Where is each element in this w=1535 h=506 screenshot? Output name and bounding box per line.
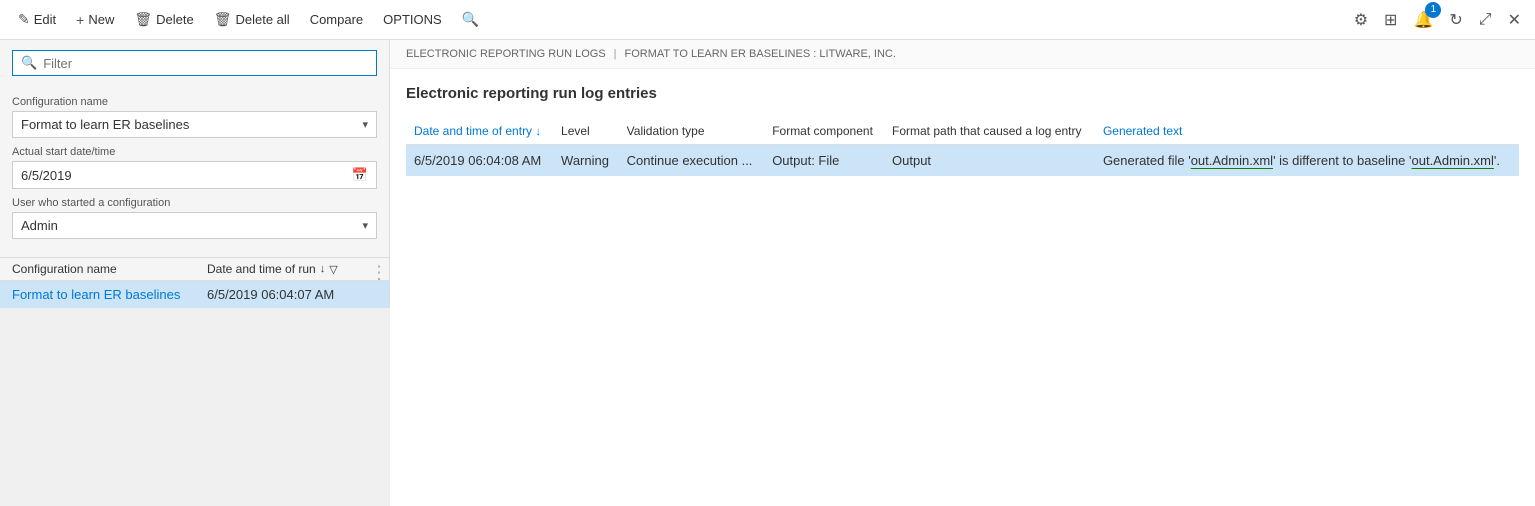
- col-header-validation[interactable]: Validation type: [619, 118, 765, 145]
- col-header-level[interactable]: Level: [553, 118, 619, 145]
- plus-icon: +: [76, 12, 84, 28]
- filter-section: 🔍: [0, 40, 389, 82]
- sort-down-icon: ↓: [320, 263, 326, 275]
- list-header: Configuration name Date and time of run …: [0, 257, 389, 281]
- search-icon: 🔍: [462, 11, 479, 28]
- delete-all-label: Delete all: [235, 12, 289, 27]
- col-datetime-label: Date and time of entry: [414, 124, 532, 138]
- resize-handle[interactable]: ⋮: [370, 263, 388, 284]
- maximize-button[interactable]: ⤢: [1475, 7, 1496, 33]
- compare-label: Compare: [310, 12, 363, 27]
- edit-button[interactable]: ✎ Edit: [10, 7, 64, 32]
- close-icon: ✕: [1508, 12, 1521, 29]
- cell-level: Warning: [553, 145, 619, 177]
- list-col-name-header: Configuration name: [12, 262, 207, 276]
- delete-label: Delete: [156, 12, 194, 27]
- compare-button[interactable]: Compare: [302, 8, 371, 31]
- filter-search-icon: 🔍: [21, 55, 37, 71]
- col-generated-text-label: Generated text: [1103, 124, 1182, 138]
- list-col-date-header: Date and time of run ↓ ▽: [207, 262, 377, 276]
- list-header-date-label: Date and time of run: [207, 262, 316, 276]
- filter-input[interactable]: [43, 56, 368, 71]
- table-header-row: Date and time of entry ↓ Level Validatio…: [406, 118, 1519, 145]
- edit-icon: ✎: [18, 11, 30, 28]
- table-row[interactable]: 6/5/2019 06:04:08 AM Warning Continue ex…: [406, 145, 1519, 177]
- delete-all-icon: 🗑: [214, 11, 232, 28]
- list-row-date: 6/5/2019 06:04:07 AM: [207, 287, 377, 302]
- delete-icon: 🗑: [134, 11, 152, 28]
- settings-icon: ⚙: [1354, 12, 1368, 29]
- settings-icon-button[interactable]: ⚙: [1350, 6, 1372, 34]
- log-table: Date and time of entry ↓ Level Validatio…: [406, 118, 1519, 176]
- new-label: New: [88, 12, 114, 27]
- filter-input-wrapper[interactable]: 🔍: [12, 50, 377, 76]
- new-button[interactable]: + New: [68, 8, 122, 32]
- refresh-button[interactable]: ↻: [1445, 6, 1466, 34]
- delete-button[interactable]: 🗑 Delete: [126, 7, 201, 32]
- delete-all-button[interactable]: 🗑 Delete all: [206, 7, 298, 32]
- breadcrumb-part1: ELECTRONIC REPORTING RUN LOGS: [406, 48, 606, 60]
- notification-wrapper: 🔔 1: [1409, 6, 1437, 34]
- actual-start-date-field[interactable]: 6/5/2019 📅: [12, 161, 377, 189]
- cell-validation: Continue execution ...: [619, 145, 765, 177]
- breadcrumb-separator: |: [614, 48, 617, 60]
- col-header-format-path[interactable]: Format path that caused a log entry: [884, 118, 1095, 145]
- user-chevron-icon: ▾: [362, 219, 368, 232]
- notification-badge: 1: [1425, 2, 1441, 18]
- office-icon: ⊞: [1384, 12, 1397, 29]
- options-button[interactable]: OPTIONS: [375, 8, 450, 31]
- generated-text-link2[interactable]: out.Admin.xml: [1412, 153, 1494, 168]
- col-format-path-label: Format path that caused a log entry: [892, 124, 1081, 138]
- sort-icon: ↓: [535, 126, 541, 138]
- list-section: Configuration name Date and time of run …: [0, 257, 389, 308]
- cell-datetime: 6/5/2019 06:04:08 AM: [406, 145, 553, 177]
- edit-label: Edit: [34, 12, 56, 27]
- calendar-icon: 📅: [352, 167, 368, 183]
- cell-format-component: Output: File: [764, 145, 884, 177]
- col-level-label: Level: [561, 124, 590, 138]
- config-name-value: Format to learn ER baselines: [21, 117, 189, 132]
- toolbar: ✎ Edit + New 🗑 Delete 🗑 Delete all Compa…: [0, 0, 1535, 40]
- maximize-icon: ⤢: [1479, 11, 1492, 28]
- filter-icon-list[interactable]: ▽: [329, 263, 337, 276]
- chevron-down-icon: ▾: [362, 118, 368, 131]
- list-row[interactable]: Format to learn ER baselines 6/5/2019 06…: [0, 281, 389, 308]
- refresh-icon: ↻: [1449, 12, 1462, 29]
- col-format-component-label: Format component: [772, 124, 873, 138]
- list-row-name: Format to learn ER baselines: [12, 287, 207, 302]
- main-layout: 🔍 Configuration name Format to learn ER …: [0, 40, 1535, 506]
- left-panel: 🔍 Configuration name Format to learn ER …: [0, 40, 390, 308]
- options-label: OPTIONS: [383, 12, 442, 27]
- actual-start-label: Actual start date/time: [12, 146, 377, 158]
- content-area: Electronic reporting run log entries Dat…: [390, 69, 1535, 506]
- close-button[interactable]: ✕: [1504, 6, 1525, 34]
- generated-text-link1[interactable]: out.Admin.xml: [1191, 153, 1273, 168]
- toolbar-right: ⚙ ⊞ 🔔 1 ↻ ⤢ ✕: [1350, 6, 1525, 34]
- filters-section: Configuration name Format to learn ER ba…: [0, 82, 389, 245]
- user-dropdown[interactable]: Admin ▾: [12, 212, 377, 239]
- cell-generated-text: Generated file 'out.Admin.xml' is differ…: [1095, 145, 1519, 177]
- actual-start-value: 6/5/2019: [21, 168, 72, 183]
- right-panel: ELECTRONIC REPORTING RUN LOGS | FORMAT T…: [390, 40, 1535, 506]
- breadcrumb: ELECTRONIC REPORTING RUN LOGS | FORMAT T…: [390, 40, 1535, 69]
- user-label: User who started a configuration: [12, 197, 377, 209]
- cell-format-path: Output: [884, 145, 1095, 177]
- config-name-label: Configuration name: [12, 96, 377, 108]
- config-name-dropdown[interactable]: Format to learn ER baselines ▾: [12, 111, 377, 138]
- col-header-format-component[interactable]: Format component: [764, 118, 884, 145]
- col-header-datetime[interactable]: Date and time of entry ↓: [406, 118, 553, 145]
- search-button[interactable]: 🔍: [454, 7, 487, 32]
- office-icon-button[interactable]: ⊞: [1380, 6, 1401, 34]
- user-value: Admin: [21, 218, 58, 233]
- breadcrumb-part2: FORMAT TO LEARN ER BASELINES : LITWARE, …: [625, 48, 896, 60]
- left-panel-wrapper: 🔍 Configuration name Format to learn ER …: [0, 40, 390, 506]
- col-header-generated-text[interactable]: Generated text: [1095, 118, 1519, 145]
- col-validation-label: Validation type: [627, 124, 705, 138]
- section-title: Electronic reporting run log entries: [406, 85, 1519, 102]
